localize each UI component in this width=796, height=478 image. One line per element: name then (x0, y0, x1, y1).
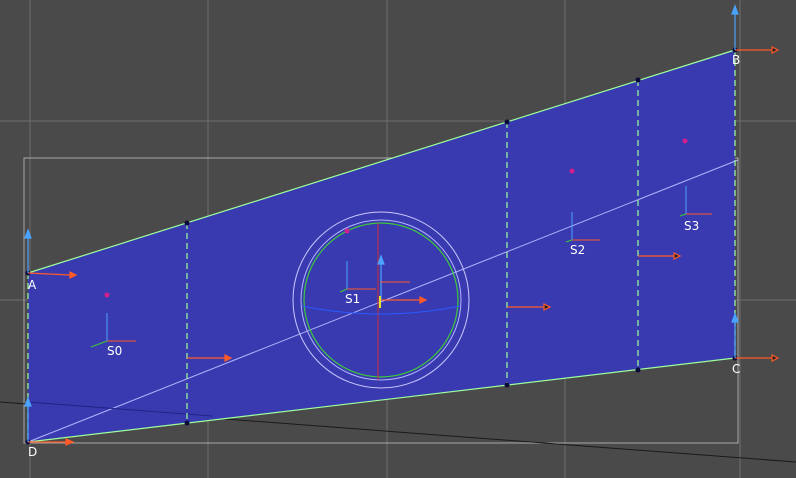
corner-label-c: C (732, 362, 740, 376)
3d-viewport[interactable]: A B C D S0 S1 S2 S3 (0, 0, 796, 478)
segment-label-s3: S3 (684, 219, 699, 233)
segment-label-s1: S1 (345, 292, 360, 306)
corner-label-b: B (732, 53, 740, 67)
segment-label-s2: S2 (570, 243, 585, 257)
corner-label-a: A (28, 278, 37, 292)
segment-label-s0: S0 (107, 344, 122, 358)
corner-label-d: D (28, 445, 37, 459)
scene-canvas[interactable]: A B C D S0 S1 S2 S3 (0, 0, 796, 478)
